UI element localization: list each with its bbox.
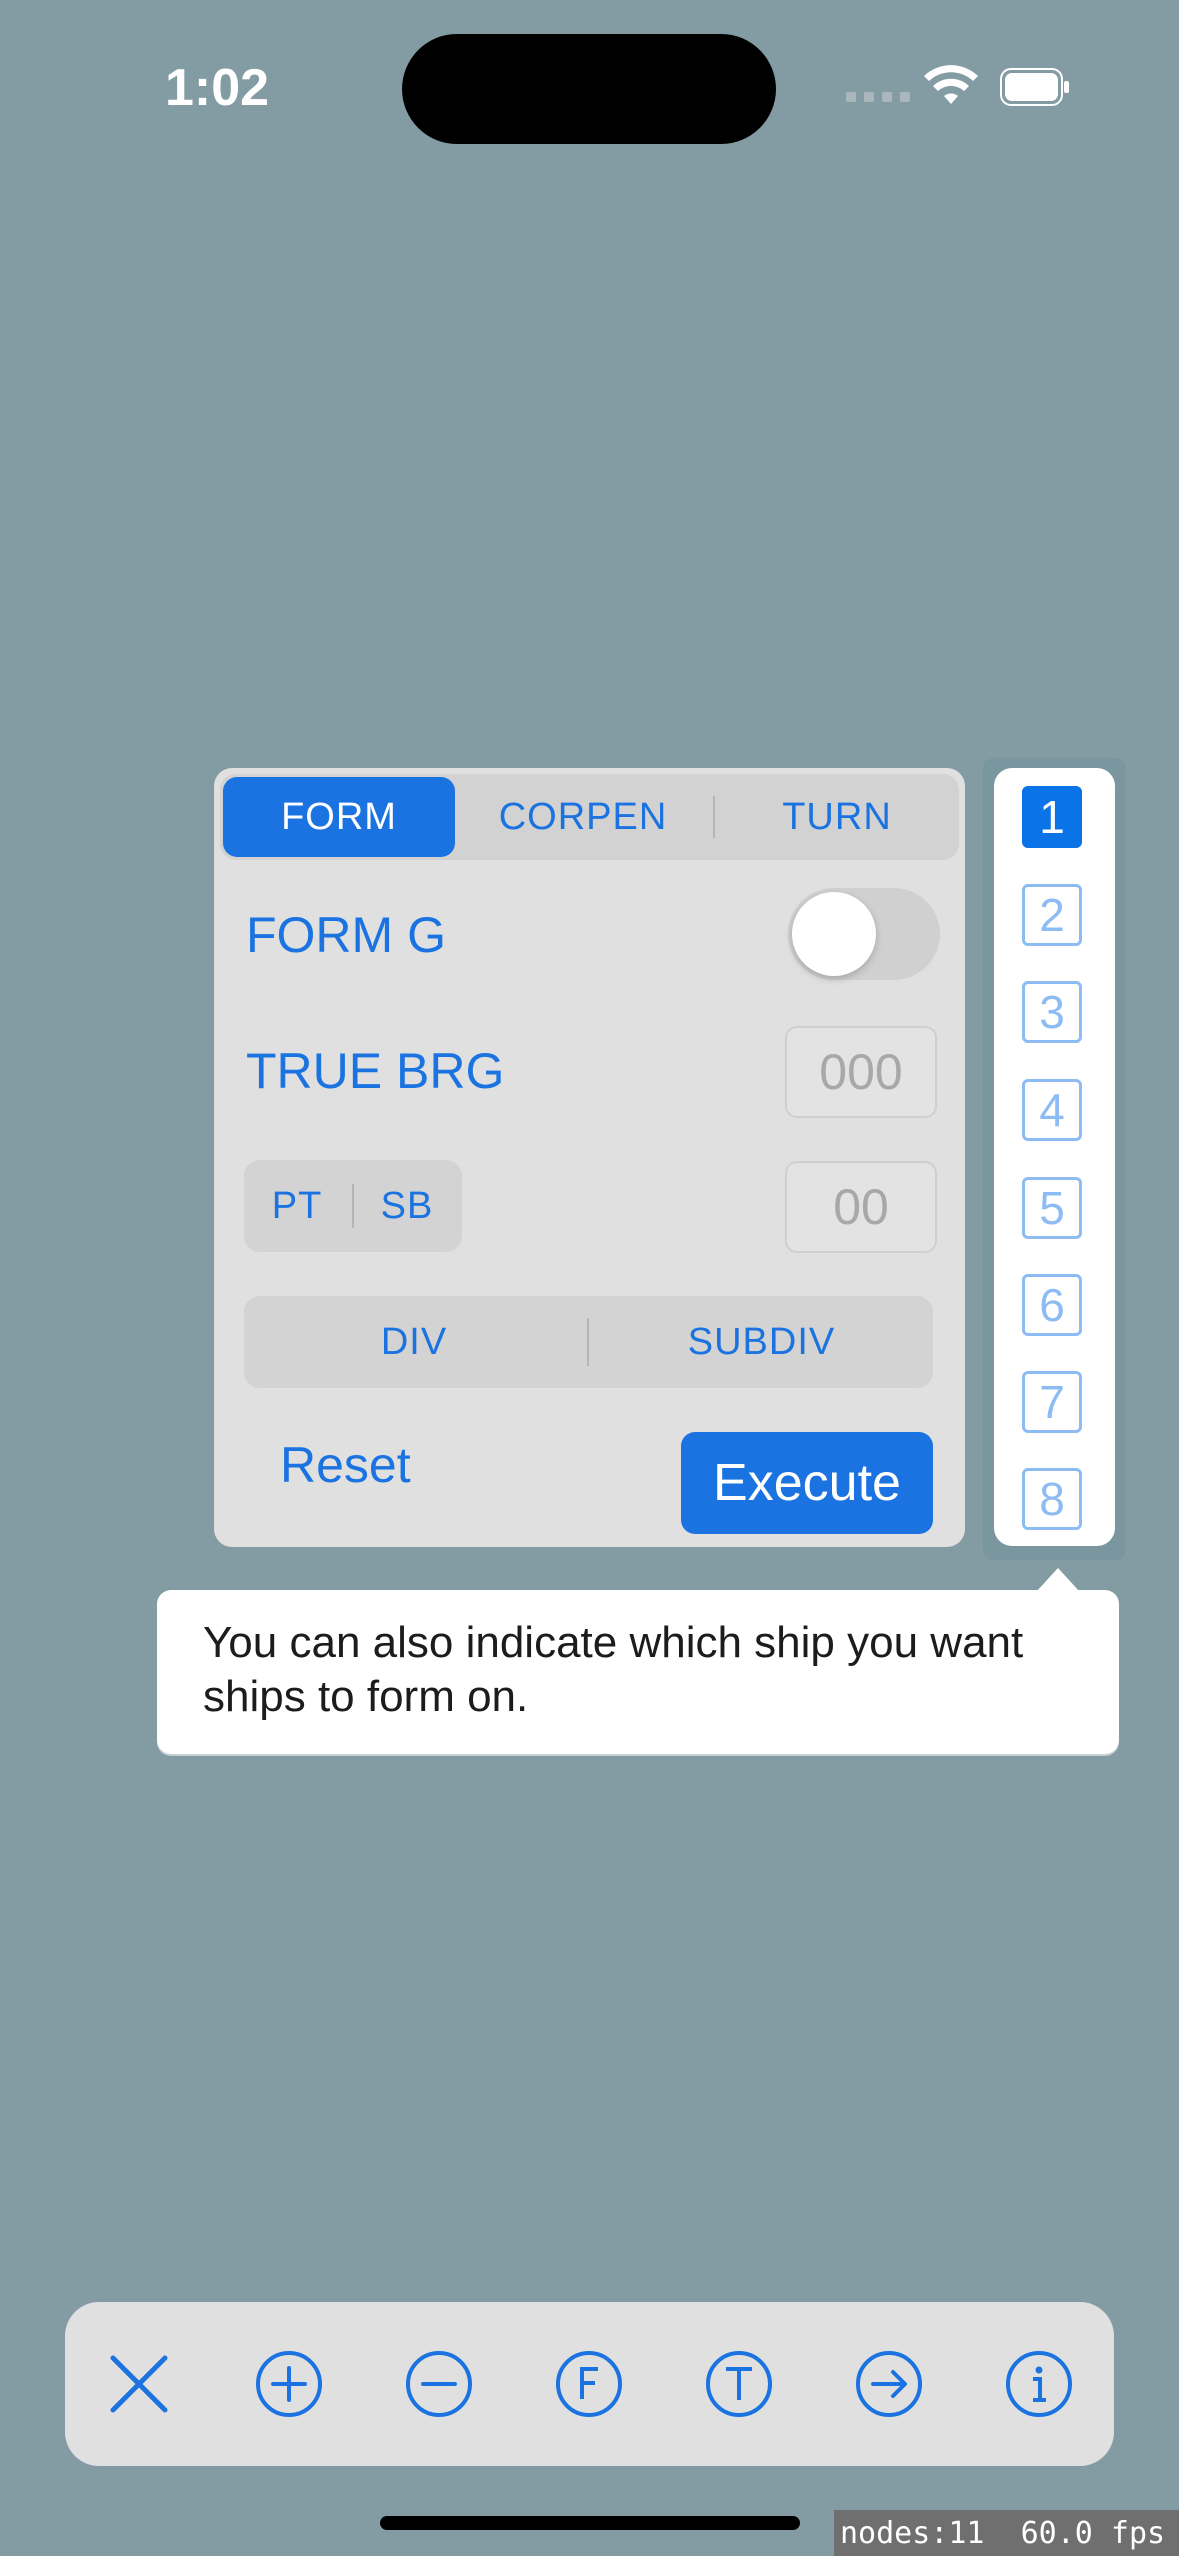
reset-button[interactable]: Reset	[280, 1436, 411, 1494]
minus-circle-icon[interactable]	[405, 2350, 473, 2418]
status-time: 1:02	[165, 59, 270, 117]
info-circle-icon[interactable]	[1005, 2350, 1073, 2418]
tab-corpen[interactable]: CORPEN	[463, 774, 703, 860]
ship-4-button[interactable]: 4	[1022, 1079, 1082, 1141]
mode-segmented-control: FORM CORPEN TURN	[220, 774, 959, 860]
ship-3-button[interactable]: 3	[1022, 981, 1082, 1043]
ship-6-button[interactable]: 6	[1022, 1274, 1082, 1336]
pt-button[interactable]: PT	[244, 1160, 350, 1252]
segment-divider	[713, 796, 715, 838]
tab-form[interactable]: FORM	[223, 777, 455, 857]
execute-button[interactable]: Execute	[681, 1432, 933, 1534]
tab-turn[interactable]: TURN	[717, 774, 957, 860]
arrow-right-circle-icon[interactable]	[855, 2350, 923, 2418]
formation-panel: FORM CORPEN TURN FORM G TRUE BRG 000 PT …	[214, 768, 965, 1547]
subdiv-button[interactable]: SUBDIV	[590, 1296, 933, 1388]
debug-stats: nodes:11 60.0 fps	[834, 2510, 1179, 2556]
toggle-knob	[792, 892, 876, 976]
home-indicator	[380, 2516, 800, 2530]
ship-picker: 1 2 3 4 5 6 7 8	[994, 768, 1115, 1546]
sb-button[interactable]: SB	[354, 1160, 460, 1252]
bottom-toolbar	[65, 2302, 1114, 2466]
f-circle-icon[interactable]	[555, 2350, 623, 2418]
tooltip-arrow	[1036, 1568, 1080, 1592]
form-g-label: FORM G	[246, 907, 446, 963]
distance-input[interactable]: 00	[785, 1161, 937, 1253]
true-brg-label: TRUE BRG	[246, 1043, 505, 1099]
div-button[interactable]: DIV	[244, 1296, 584, 1388]
tooltip-text: You can also indicate which ship you wan…	[203, 1618, 1024, 1721]
side-segmented-control: PT SB	[244, 1160, 462, 1252]
wifi-icon	[923, 64, 979, 110]
plus-circle-icon[interactable]	[255, 2350, 323, 2418]
dynamic-island	[402, 34, 776, 144]
ship-1-button[interactable]: 1	[1022, 786, 1082, 848]
form-g-toggle[interactable]	[788, 888, 940, 980]
close-icon[interactable]	[105, 2350, 173, 2418]
t-circle-icon[interactable]	[705, 2350, 773, 2418]
true-brg-input[interactable]: 000	[785, 1026, 937, 1118]
battery-icon	[1000, 68, 1070, 106]
ship-7-button[interactable]: 7	[1022, 1371, 1082, 1433]
signal-dots-icon	[846, 92, 910, 102]
division-segmented-control: DIV SUBDIV	[244, 1296, 933, 1388]
segment-divider	[587, 1318, 589, 1366]
ship-5-button[interactable]: 5	[1022, 1177, 1082, 1239]
ship-2-button[interactable]: 2	[1022, 884, 1082, 946]
ship-8-button[interactable]: 8	[1022, 1468, 1082, 1530]
tooltip: You can also indicate which ship you wan…	[157, 1590, 1119, 1754]
